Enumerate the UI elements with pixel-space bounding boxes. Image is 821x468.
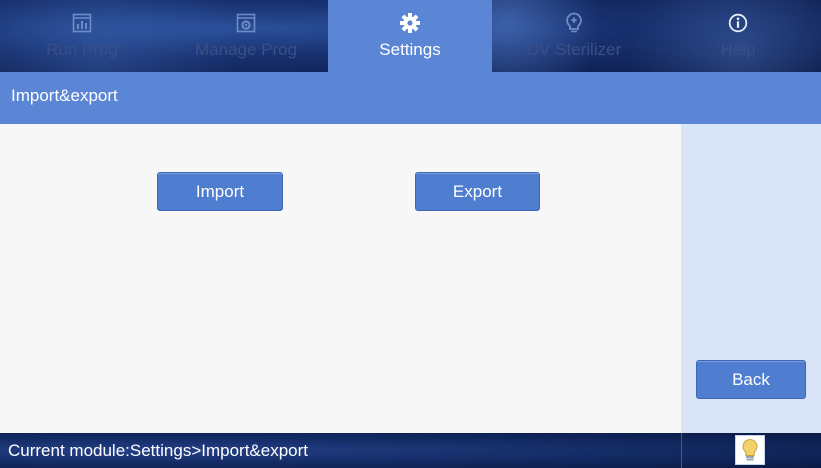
bar-chart-icon — [71, 12, 93, 34]
section-header: Import&export — [0, 72, 821, 124]
tab-uv-sterilizer[interactable]: UV Sterilizer — [492, 0, 656, 72]
breadcrumb: Current module:Settings>Import&export — [8, 441, 309, 460]
info-icon — [727, 12, 749, 34]
gear-window-icon — [235, 12, 257, 34]
main-panel: Import Export — [0, 124, 681, 433]
status-bar: Current module:Settings>Import&export — [0, 433, 821, 468]
top-navigation: Run Prog Manage Prog Settings UV Sterili… — [0, 0, 821, 72]
gear-icon — [399, 12, 421, 34]
page-title: Import&export — [11, 86, 118, 105]
tab-settings[interactable]: Settings — [328, 0, 492, 72]
tab-manage-prog[interactable]: Manage Prog — [164, 0, 328, 72]
uv-bulb-icon — [563, 12, 585, 34]
back-button[interactable]: Back — [696, 360, 806, 399]
tab-run-prog-label: Run Prog — [46, 40, 118, 59]
status-divider — [681, 433, 682, 468]
side-panel: Back — [681, 124, 821, 433]
tab-manage-prog-label: Manage Prog — [194, 40, 298, 59]
tab-help-label: Help — [720, 40, 756, 59]
tab-uv-sterilizer-label: UV Sterilizer — [526, 40, 622, 59]
export-button[interactable]: Export — [415, 172, 540, 211]
tab-settings-label: Settings — [379, 40, 441, 59]
tab-run-prog[interactable]: Run Prog — [0, 0, 164, 72]
lightbulb-icon[interactable] — [735, 435, 765, 465]
tab-help[interactable]: Help — [656, 0, 820, 72]
import-button[interactable]: Import — [157, 172, 283, 211]
